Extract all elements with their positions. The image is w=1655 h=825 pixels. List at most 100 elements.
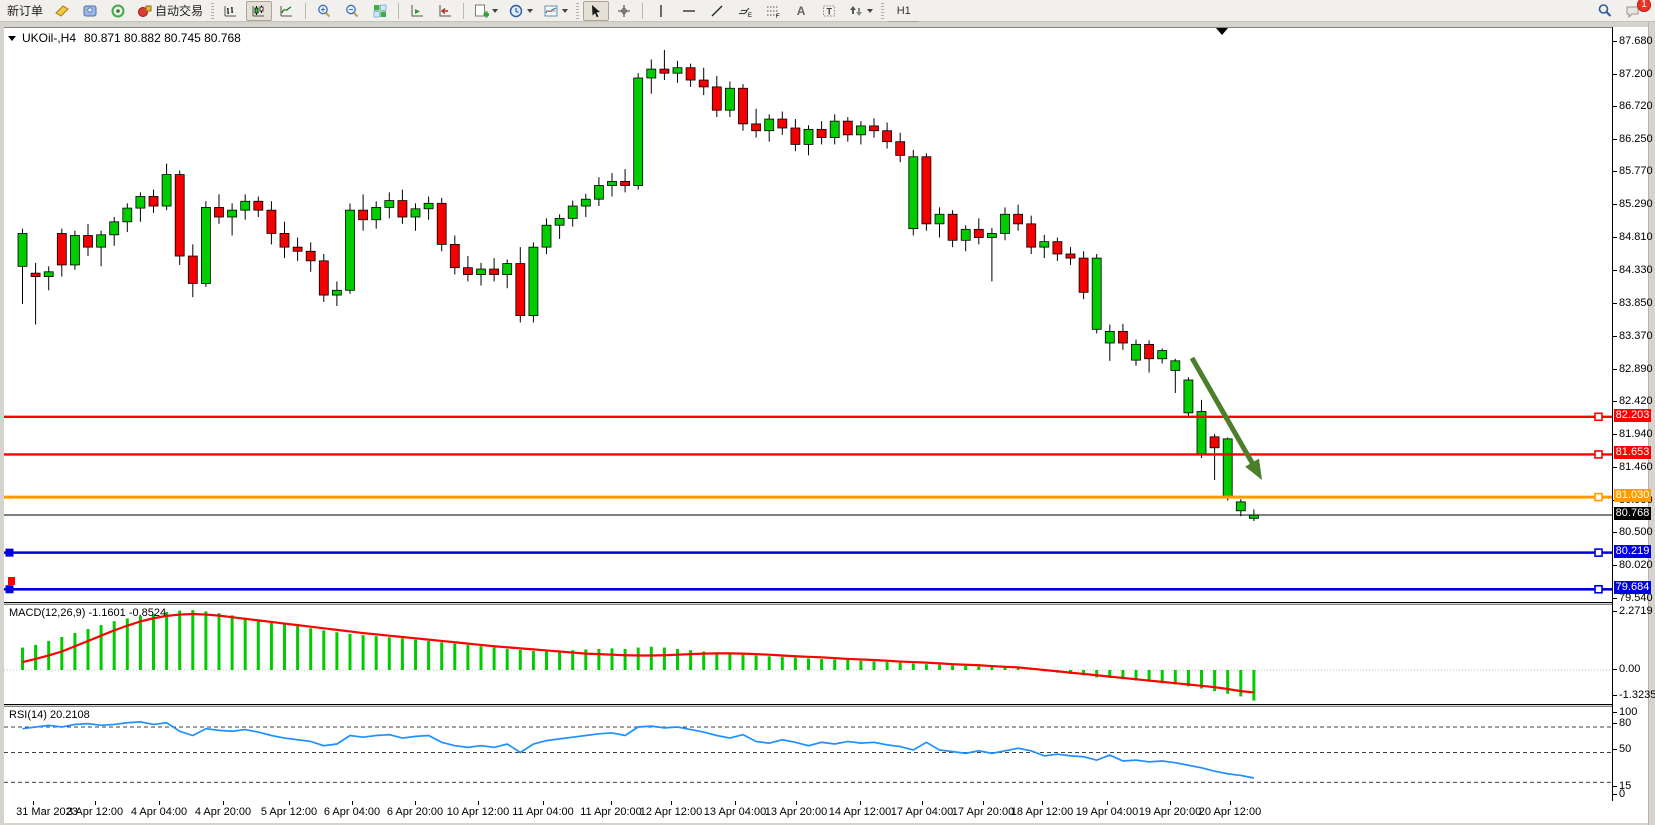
time-tick [983, 801, 984, 805]
text-tool-button[interactable]: A [788, 1, 814, 21]
time-tick [671, 801, 672, 805]
rsi-chart[interactable] [4, 707, 1612, 801]
toolbar-grip [211, 3, 214, 19]
price-line-badge: 80.219 [1614, 545, 1651, 558]
chart-shift-marker-icon[interactable] [1216, 28, 1228, 35]
time-axis[interactable]: 31 Mar 20233 Apr 12:004 Apr 04:004 Apr 2… [4, 801, 1648, 823]
timeframe-button-h1[interactable]: H1 [888, 1, 919, 21]
periods-button[interactable] [504, 1, 537, 21]
price-tick [1613, 270, 1617, 271]
ticket-icon[interactable] [49, 1, 75, 21]
rsi-scale-label: 80 [1619, 717, 1631, 729]
vertical-line-tool-button[interactable] [648, 1, 674, 21]
time-tick [860, 801, 861, 805]
price-tick [1613, 467, 1617, 468]
line-chart-type-button[interactable] [274, 1, 300, 21]
rsi-scale-tick [1613, 794, 1617, 795]
macd-scale-label: -1.3235 [1619, 689, 1655, 701]
new-order-button[interactable]: 新订单 [3, 1, 47, 21]
time-tick [415, 801, 416, 805]
toolbar-grip [576, 3, 579, 19]
price-line-badge: 80.768 [1614, 507, 1651, 520]
macd-scale-tick [1613, 611, 1617, 612]
time-tick [223, 801, 224, 805]
time-tick-label: 17 Apr 04:00 [891, 806, 953, 818]
templates-button[interactable] [539, 1, 572, 21]
rsi-panel[interactable] [4, 706, 1612, 802]
time-tick [289, 801, 290, 805]
rsi-scale-label: 0 [1619, 788, 1625, 800]
equidistant-channel-tool-button[interactable]: E [732, 1, 758, 21]
time-tick [352, 801, 353, 805]
crosshair-tool-button[interactable] [611, 1, 637, 21]
templates-dropdown-caret[interactable] [562, 9, 568, 13]
time-tick-label: 4 Apr 04:00 [131, 806, 187, 818]
price-tick [1613, 336, 1617, 337]
arrows-dropdown-caret[interactable] [867, 9, 873, 13]
time-tick [1170, 801, 1171, 805]
fibonacci-tool-button[interactable]: F [760, 1, 786, 21]
ohlc-quote-label: 80.871 80.882 80.745 80.768 [84, 31, 241, 45]
candlestick-chart[interactable] [4, 28, 1612, 602]
svg-text:E: E [748, 13, 752, 19]
price-tick [1613, 74, 1617, 75]
time-tick [543, 801, 544, 805]
signal-icon[interactable] [105, 1, 131, 21]
periods-dropdown-caret[interactable] [527, 9, 533, 13]
price-tick-label: 87.680 [1619, 35, 1653, 47]
time-tick-label: 5 Apr 12:00 [261, 806, 317, 818]
rsi-scale-tick [1613, 749, 1617, 750]
time-tick-label: 19 Apr 20:00 [1139, 806, 1201, 818]
one-click-trading-toggle-icon[interactable] [8, 36, 16, 41]
toolbar-separator [463, 3, 464, 19]
time-tick-label: 3 Apr 12:00 [67, 806, 123, 818]
search-icon[interactable] [1592, 1, 1618, 21]
macd-chart[interactable] [4, 605, 1612, 704]
cursor-tool-button[interactable] [583, 1, 609, 21]
horizontal-line-tool-button[interactable] [676, 1, 702, 21]
price-tick [1613, 171, 1617, 172]
time-tick-label: 6 Apr 20:00 [387, 806, 443, 818]
indicators-dropdown-caret[interactable] [492, 9, 498, 13]
price-tick-label: 83.370 [1619, 330, 1653, 342]
time-tick [1042, 801, 1043, 805]
text-label-tool-button[interactable]: T [816, 1, 842, 21]
price-tick-label: 80.500 [1619, 526, 1653, 538]
auto-scroll-button[interactable] [404, 1, 430, 21]
price-tick-label: 83.850 [1619, 297, 1653, 309]
candlestick-chart-type-button[interactable] [246, 1, 272, 21]
chart-window: UKOil-,H4 80.871 80.882 80.745 80.768 MA… [0, 22, 1655, 825]
tile-windows-button[interactable] [367, 1, 393, 21]
macd-scale-label: 0.00 [1619, 663, 1640, 675]
profile-icon[interactable] [77, 1, 103, 21]
bar-chart-type-button[interactable] [218, 1, 244, 21]
notifications-icon[interactable]: 1 [1620, 1, 1646, 21]
time-tick [33, 801, 34, 805]
time-tick-label: 18 Apr 12:00 [1011, 806, 1073, 818]
time-tick-label: 11 Apr 20:00 [580, 806, 642, 818]
price-tick-label: 86.250 [1619, 133, 1653, 145]
zoom-out-button[interactable] [339, 1, 365, 21]
indicators-button[interactable] [469, 1, 502, 21]
macd-panel[interactable] [4, 604, 1612, 705]
price-tick [1613, 401, 1617, 402]
time-tick [1107, 801, 1108, 805]
chart-title: UKOil-,H4 80.871 80.882 80.745 80.768 [8, 31, 241, 45]
time-tick-label: 14 Apr 12:00 [829, 806, 891, 818]
mt4-application-window: 新订单 自动交易 [0, 0, 1655, 825]
price-tick-label: 84.810 [1619, 231, 1653, 243]
trendline-tool-button[interactable] [704, 1, 730, 21]
main-price-panel[interactable] [4, 27, 1612, 603]
zoom-in-button[interactable] [311, 1, 337, 21]
price-line-badge: 79.684 [1614, 581, 1651, 594]
time-tick-label: 4 Apr 20:00 [195, 806, 251, 818]
toolbar: 新订单 自动交易 [0, 0, 1655, 22]
arrows-tool-button[interactable] [844, 1, 877, 21]
toolbar-separator [642, 3, 643, 19]
rsi-scale-label: 50 [1619, 743, 1631, 755]
chart-shift-button[interactable] [432, 1, 458, 21]
price-tick [1613, 139, 1617, 140]
time-tick [1230, 801, 1231, 805]
autotrade-button[interactable]: 自动交易 [133, 1, 207, 21]
price-line-badge: 82.203 [1614, 409, 1651, 422]
